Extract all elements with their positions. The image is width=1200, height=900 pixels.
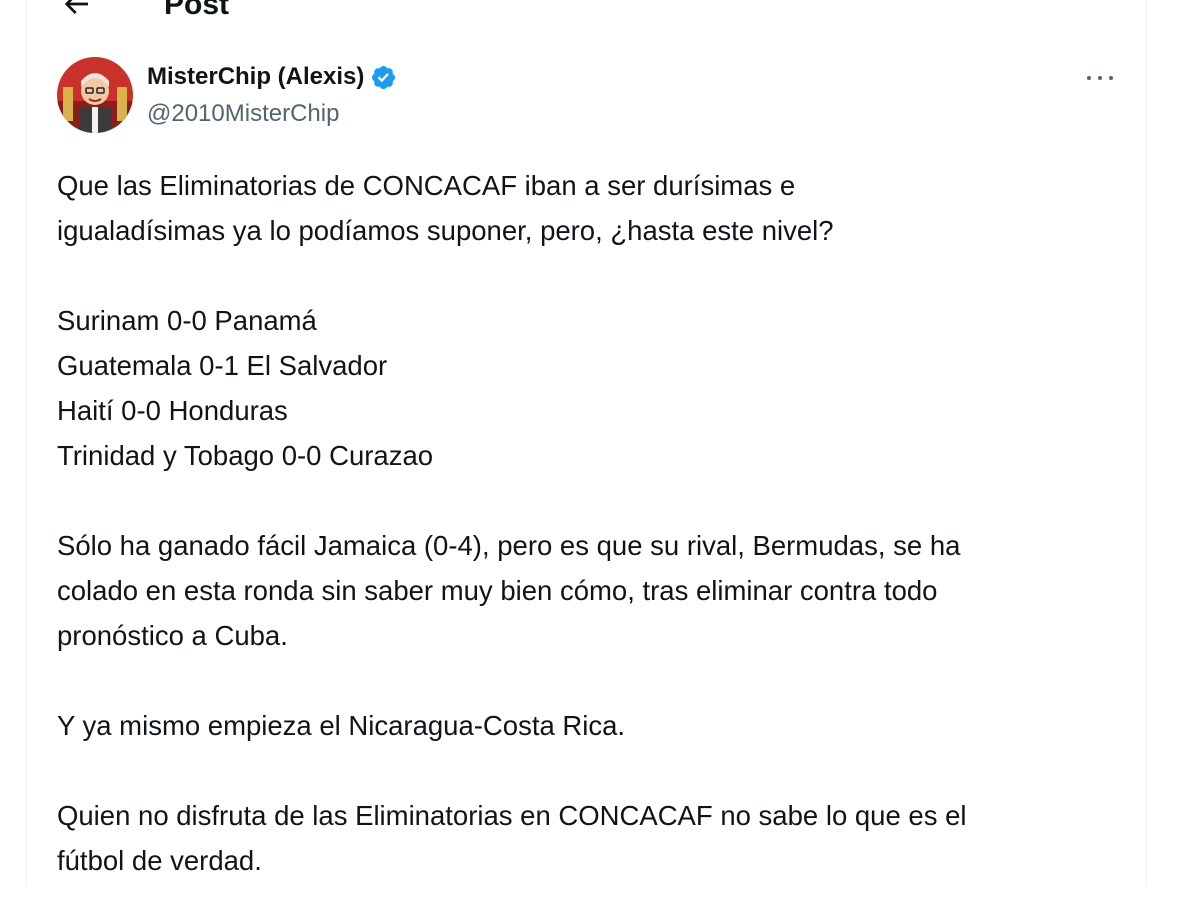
- tweet-paragraph-gap: [57, 253, 1137, 298]
- post-header: Post: [27, 0, 1146, 30]
- author-display-name[interactable]: MisterChip (Alexis): [147, 60, 364, 94]
- tweet-line: Surinam 0-0 Panamá: [57, 305, 317, 336]
- verified-badge-icon[interactable]: [370, 64, 397, 91]
- tweet-line: Y ya mismo empieza el Nicaragua-Costa Ri…: [57, 710, 626, 741]
- post-column: Post MisterChip (Alexis) @2010MisterChip: [26, 0, 1147, 886]
- tweet-line: Trinidad y Tobago 0-0 Curazao: [57, 440, 434, 471]
- tweet-paragraph-gap: [57, 658, 1137, 703]
- author-name-row: MisterChip (Alexis): [147, 60, 397, 94]
- author-handle[interactable]: @2010MisterChip: [147, 97, 397, 131]
- back-arrow-icon[interactable]: [60, 0, 92, 20]
- tweet-paragraph-gap: [57, 748, 1137, 793]
- tweet-line: Guatemala 0-1 El Salvador: [57, 350, 388, 381]
- more-dot: [1087, 76, 1091, 80]
- author-block: MisterChip (Alexis) @2010MisterChip: [147, 60, 397, 131]
- tweet-line: Sólo ha ganado fácil Jamaica (0-4), pero…: [57, 530, 961, 561]
- tweet-text: Que las Eliminatorias de CONCACAF iban a…: [57, 163, 1137, 883]
- tweet-line: igualadísimas ya lo podíamos suponer, pe…: [57, 215, 834, 246]
- tweet-line: Haití 0-0 Honduras: [57, 395, 288, 426]
- tweet-line: Quien no disfruta de las Eliminatorias e…: [57, 800, 967, 831]
- tweet-line: Que las Eliminatorias de CONCACAF iban a…: [57, 170, 796, 201]
- tweet-paragraph-gap: [57, 478, 1137, 523]
- tweet-line: colado en esta ronda sin saber muy bien …: [57, 575, 938, 606]
- avatar-image: [57, 57, 133, 133]
- more-options-icon[interactable]: [1083, 62, 1119, 94]
- more-dot: [1109, 76, 1113, 80]
- more-dot: [1098, 76, 1102, 80]
- page-title: Post: [164, 0, 230, 21]
- tweet-line: fútbol de verdad.: [57, 845, 262, 876]
- avatar[interactable]: [57, 57, 133, 133]
- tweet-line: pronóstico a Cuba.: [57, 620, 288, 651]
